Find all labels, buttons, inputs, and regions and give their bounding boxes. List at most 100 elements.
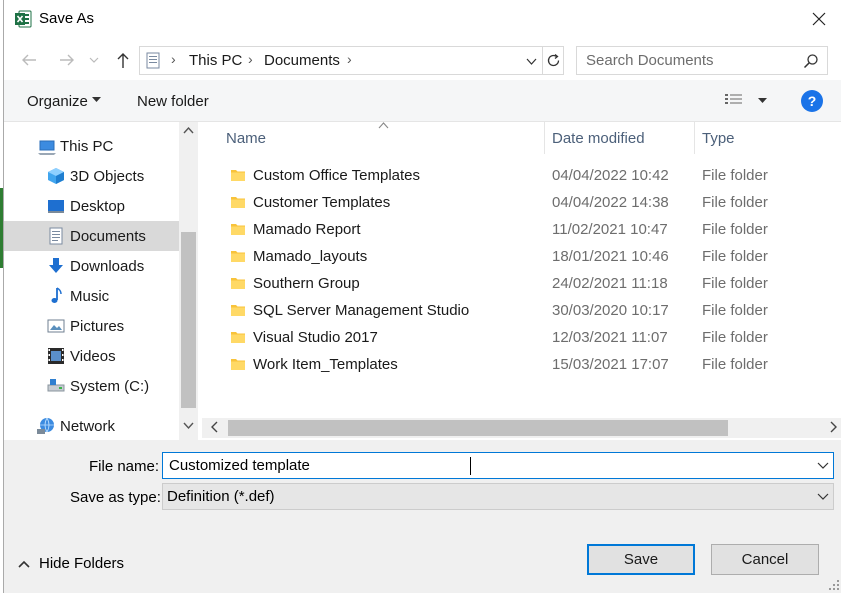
folder-icon	[231, 278, 245, 289]
file-name: Custom Office Templates	[253, 167, 421, 184]
scrollbar-thumb[interactable]	[228, 420, 728, 436]
save-button[interactable]: Save	[587, 544, 695, 575]
change-view-button[interactable]	[724, 92, 772, 112]
back-button[interactable]	[17, 48, 41, 72]
folder-icon	[231, 170, 245, 181]
pc-icon	[38, 140, 56, 155]
sidebar-item-label: 3D Objects	[70, 167, 145, 185]
sidebar-item-downloads[interactable]: Downloads	[4, 251, 179, 281]
nav-pane-scrollbar[interactable]	[179, 122, 198, 440]
address-dropdown-button[interactable]	[521, 50, 541, 72]
sidebar-item-network[interactable]: Network	[4, 411, 179, 441]
file-row[interactable]: Work Item_Templates 15/03/2021 17:07 Fil…	[202, 351, 841, 378]
forward-button[interactable]	[55, 48, 79, 72]
breadcrumb-separator[interactable]: ›	[248, 51, 253, 67]
file-type: File folder	[702, 302, 768, 319]
file-name: Mamado Report	[253, 221, 361, 238]
scrollbar-thumb[interactable]	[181, 232, 196, 408]
hide-folders-button[interactable]: Hide Folders	[18, 555, 124, 572]
column-header-type[interactable]: Type	[702, 130, 735, 147]
chevron-left-icon[interactable]	[210, 420, 218, 434]
folder-icon	[231, 305, 245, 316]
chevron-right-icon[interactable]	[830, 420, 838, 434]
file-list: Name Date modified Type Custom Office Te…	[202, 122, 841, 418]
up-button[interactable]	[111, 48, 135, 72]
sidebar-item-label: Videos	[70, 347, 116, 365]
search-input[interactable]: Search Documents	[576, 46, 828, 75]
sidebar-item-label: Pictures	[70, 317, 125, 335]
caret-down-icon[interactable]	[92, 97, 101, 103]
file-type: File folder	[702, 167, 768, 184]
file-type: File folder	[702, 248, 768, 265]
save-as-type-label: Save as type:	[70, 489, 161, 506]
sort-ascending-icon	[378, 122, 389, 129]
file-date: 30/03/2020 10:17	[552, 302, 669, 319]
file-date: 24/02/2021 11:18	[552, 275, 668, 292]
file-row[interactable]: SQL Server Management Studio 30/03/2020 …	[202, 297, 841, 324]
sidebar-item-music[interactable]: Music	[4, 281, 179, 311]
chevron-down-icon	[89, 57, 99, 63]
folder-icon	[231, 359, 245, 370]
column-divider[interactable]	[694, 122, 695, 154]
column-header-name[interactable]: Name	[226, 130, 266, 147]
chevron-up-icon[interactable]	[183, 126, 194, 134]
help-button[interactable]: ?	[801, 90, 823, 112]
chevron-down-icon[interactable]	[817, 458, 829, 472]
sidebar-item-videos[interactable]: Videos	[4, 341, 179, 371]
resize-grip-icon[interactable]	[828, 579, 840, 591]
folder-icon	[231, 224, 245, 235]
sidebar-item-desktop[interactable]: Desktop	[4, 191, 179, 221]
organize-button[interactable]: Organize	[27, 93, 88, 110]
arrow-right-icon	[60, 54, 74, 66]
refresh-button[interactable]	[542, 47, 564, 74]
chevron-down-icon[interactable]	[183, 422, 194, 430]
sidebar-item-pictures[interactable]: Pictures	[4, 311, 179, 341]
chevron-down-icon	[817, 493, 829, 500]
sidebar-item-label: System (C:)	[70, 377, 150, 395]
arrow-left-icon	[22, 54, 36, 66]
breadcrumb-separator[interactable]: ›	[171, 51, 176, 67]
sidebar-item-this-pc[interactable]: This PC	[4, 131, 179, 161]
drive-icon	[47, 379, 65, 392]
cancel-button[interactable]: Cancel	[711, 544, 819, 575]
address-bar[interactable]: › This PC › Documents ›	[139, 46, 564, 75]
title-bar: Save As	[4, 0, 841, 38]
file-date: 04/04/2022 14:38	[552, 194, 669, 211]
file-name-value: Customized template	[169, 457, 310, 474]
file-row[interactable]: Customer Templates 04/04/2022 14:38 File…	[202, 189, 841, 216]
close-button[interactable]	[802, 4, 836, 34]
column-header-date-modified[interactable]: Date modified	[552, 130, 645, 147]
excel-icon	[15, 10, 32, 28]
file-name: Work Item_Templates	[253, 356, 398, 373]
file-list-scrollbar[interactable]	[202, 418, 841, 438]
sidebar-item-documents[interactable]: Documents	[4, 221, 179, 251]
music-icon	[51, 287, 62, 303]
file-name: Southern Group	[253, 275, 360, 292]
file-name-field[interactable]: Customized template	[162, 452, 834, 479]
cube-icon	[48, 168, 64, 184]
save-as-type-value: Definition (*.def)	[167, 488, 275, 505]
file-date: 12/03/2021 11:07	[552, 329, 668, 346]
search-placeholder: Search Documents	[586, 52, 714, 69]
file-type: File folder	[702, 275, 768, 292]
file-row[interactable]: Southern Group 24/02/2021 11:18 File fol…	[202, 270, 841, 297]
documents-icon	[49, 227, 63, 245]
sidebar-item-3d-objects[interactable]: 3D Objects	[4, 161, 179, 191]
column-divider[interactable]	[544, 122, 545, 154]
save-form: File name: Customized template Save as t…	[4, 440, 841, 593]
file-row[interactable]: Mamado_layouts 18/01/2021 10:46 File fol…	[202, 243, 841, 270]
file-name: Visual Studio 2017	[253, 329, 378, 346]
breadcrumb-this-pc[interactable]: This PC	[189, 52, 242, 69]
breadcrumb-separator[interactable]: ›	[347, 51, 352, 67]
file-row[interactable]: Visual Studio 2017 12/03/2021 11:07 File…	[202, 324, 841, 351]
sidebar-item-system-c[interactable]: System (C:)	[4, 371, 179, 401]
new-folder-button[interactable]: New folder	[137, 93, 209, 110]
chevron-down-icon	[526, 58, 536, 65]
save-as-type-select[interactable]: Definition (*.def)	[162, 483, 834, 510]
file-name-label: File name:	[89, 458, 160, 475]
file-row[interactable]: Custom Office Templates 04/04/2022 10:42…	[202, 162, 841, 189]
recent-locations-button[interactable]	[86, 48, 102, 72]
breadcrumb-documents[interactable]: Documents	[264, 52, 340, 69]
file-date: 11/02/2021 10:47	[552, 221, 668, 238]
file-row[interactable]: Mamado Report 11/02/2021 10:47 File fold…	[202, 216, 841, 243]
